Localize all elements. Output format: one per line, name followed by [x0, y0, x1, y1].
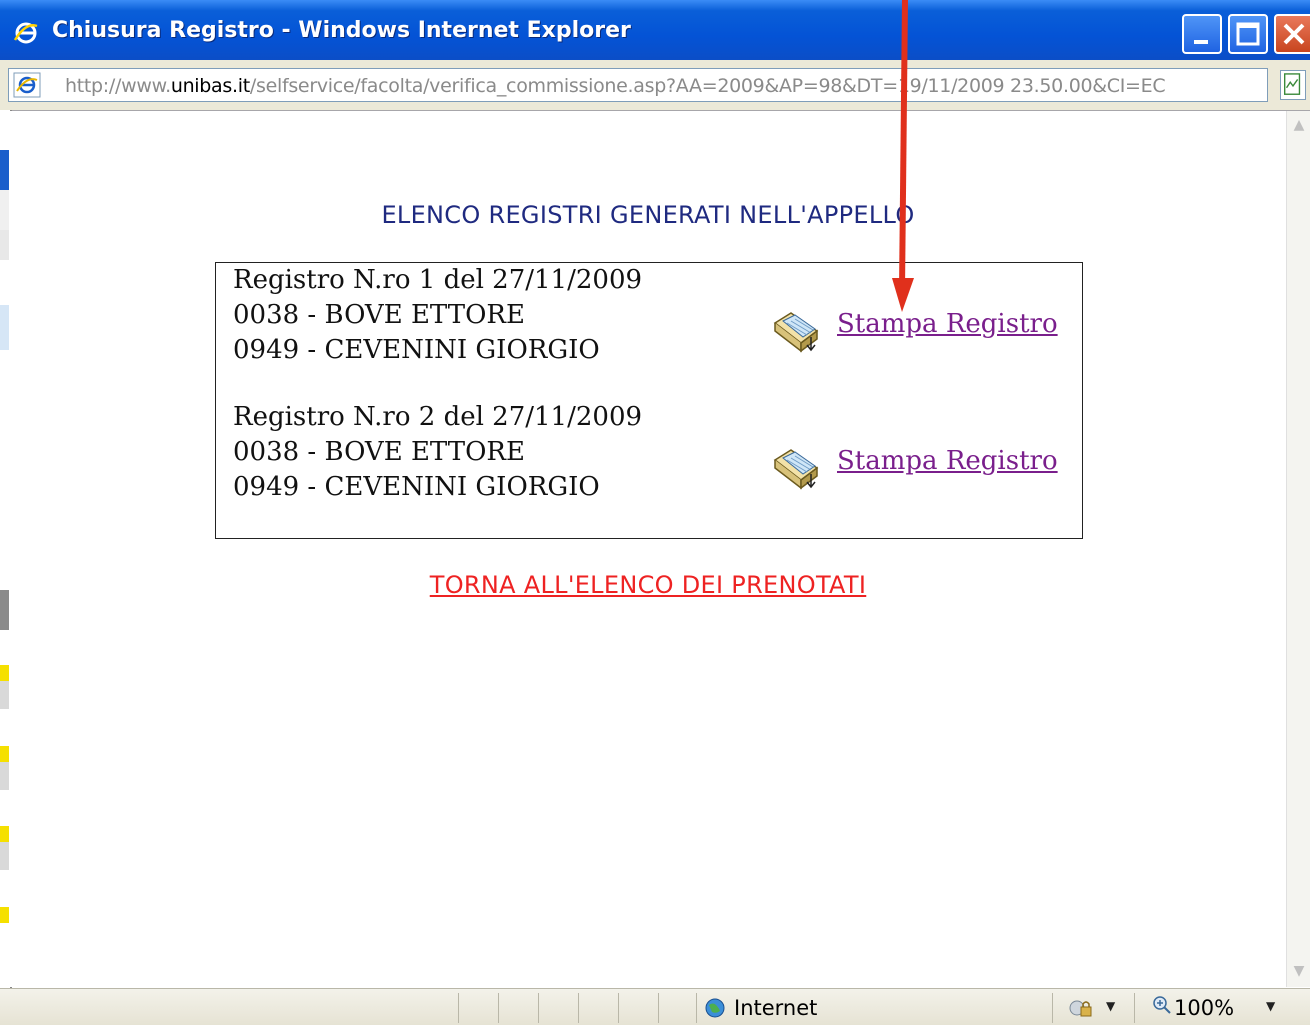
- status-separator: [578, 993, 579, 1023]
- print-register-icon: [773, 449, 819, 490]
- protected-mode-icon[interactable]: [1068, 997, 1094, 1019]
- register-member: 0038 - BOVE ETTORE: [233, 300, 525, 330]
- zoom-icon[interactable]: [1152, 995, 1172, 1015]
- status-separator: [538, 993, 539, 1023]
- register-entry: Registro N.ro 1 del 27/11/2009 0038 - BO…: [233, 263, 642, 368]
- register-member: 0038 - BOVE ETTORE: [233, 437, 525, 467]
- register-title: Registro N.ro 2 del 27/11/2009: [233, 402, 643, 432]
- minimize-icon: [1194, 40, 1208, 44]
- annotation-arrow: [892, 0, 914, 312]
- page-content: ELENCO REGISTRI GENERATI NELL'APPELLO Re…: [10, 111, 1286, 987]
- register-member: 0949 - CEVENINI GIORGIO: [233, 335, 600, 365]
- status-separator: [618, 993, 619, 1023]
- status-separator: [1052, 993, 1053, 1023]
- register-entry: Registro N.ro 2 del 27/11/2009 0038 - BO…: [233, 400, 642, 505]
- bg-fragment: [0, 230, 9, 260]
- url-domain: unibas.it: [170, 75, 250, 97]
- status-separator: [498, 993, 499, 1023]
- bg-fragment: [0, 305, 9, 350]
- minimize-button[interactable]: [1182, 14, 1222, 54]
- close-icon: [1283, 23, 1305, 45]
- close-button[interactable]: [1274, 14, 1310, 54]
- bg-fragment: [0, 681, 9, 709]
- url-prefix: http://www.: [65, 75, 171, 97]
- bg-highlight: [0, 665, 9, 681]
- bg-fragment: [0, 590, 9, 630]
- bg-fragment: [0, 842, 9, 870]
- registers-table: Registro N.ro 1 del 27/11/2009 0038 - BO…: [215, 262, 1083, 539]
- security-zone-label: Internet: [734, 996, 818, 1020]
- vertical-scrollbar[interactable]: ▲ ▼: [1286, 111, 1310, 987]
- maximize-icon: [1236, 22, 1260, 46]
- chevron-down-icon[interactable]: ▼: [1266, 999, 1275, 1013]
- title-bar[interactable]: Chiusura Registro - Windows Internet Exp…: [0, 0, 1310, 60]
- ie-page-icon: [13, 72, 41, 98]
- page-heading: ELENCO REGISTRI GENERATI NELL'APPELLO: [381, 201, 915, 229]
- print-register-icon: [773, 312, 819, 353]
- ie-popup-window: Chiusura Registro - Windows Internet Exp…: [0, 0, 1310, 1025]
- bg-titlebar-fragment: [0, 150, 9, 190]
- bg-highlight: [0, 746, 9, 762]
- status-separator: [696, 993, 697, 1023]
- scroll-down-icon[interactable]: ▼: [1289, 961, 1309, 981]
- bg-fragment: [0, 762, 9, 790]
- internet-zone-icon: [705, 998, 725, 1018]
- address-bar: http://www.unibas.it/selfservice/facolta…: [0, 60, 1310, 111]
- url-field[interactable]: http://www.unibas.it/selfservice/facolta…: [8, 68, 1268, 102]
- bg-fragment: [0, 190, 9, 230]
- back-to-bookings-link[interactable]: TORNA ALL'ELENCO DEI PRENOTATI: [10, 571, 1286, 599]
- ie-icon: [13, 22, 38, 44]
- url-text: http://www.unibas.it/selfservice/facolta…: [65, 75, 1166, 97]
- status-separator: [658, 993, 659, 1023]
- scroll-up-icon[interactable]: ▲: [1289, 115, 1309, 135]
- page-status-icon[interactable]: [1280, 70, 1306, 100]
- maximize-button[interactable]: [1228, 14, 1268, 54]
- bg-highlight: [0, 826, 9, 842]
- page-icon: [1284, 73, 1301, 95]
- status-bar: Internet ▼ 100% ▼: [0, 988, 1310, 1025]
- chevron-down-icon[interactable]: ▼: [1106, 999, 1115, 1013]
- window-title: Chiusura Registro - Windows Internet Exp…: [52, 18, 631, 43]
- status-separator: [1134, 993, 1135, 1023]
- print-register-link[interactable]: Stampa Registro: [837, 446, 1058, 476]
- bg-highlight: [0, 907, 9, 923]
- register-title: Registro N.ro 1 del 27/11/2009: [233, 265, 643, 295]
- print-register-link[interactable]: Stampa Registro: [837, 309, 1058, 339]
- url-rest: /selfservice/facolta/verifica_commission…: [249, 75, 1166, 97]
- zoom-level[interactable]: 100%: [1174, 996, 1234, 1020]
- register-member: 0949 - CEVENINI GIORGIO: [233, 472, 600, 502]
- status-separator: [458, 993, 459, 1023]
